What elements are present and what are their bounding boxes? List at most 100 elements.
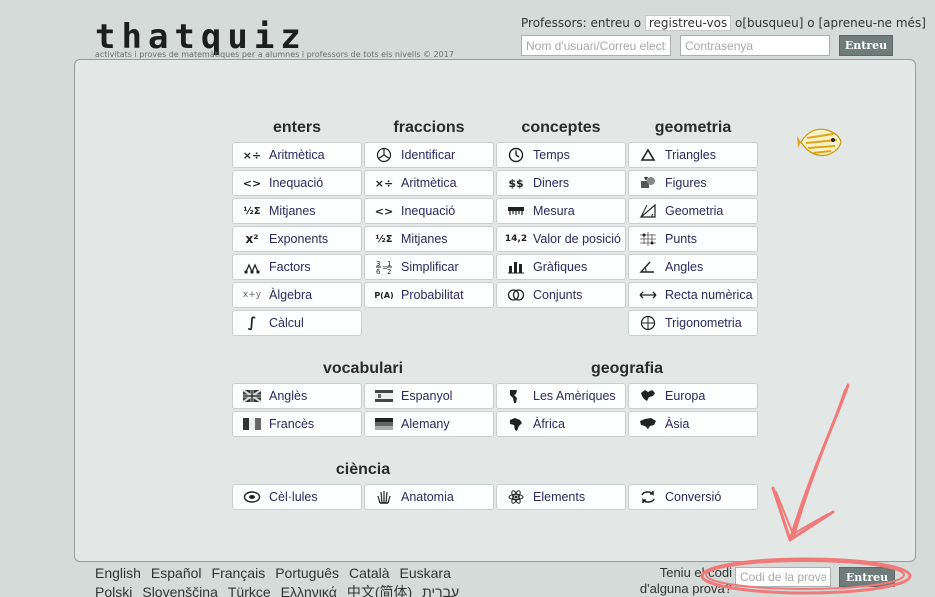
bar-chart-icon [505,257,527,277]
quiz-link-vocabulari-2[interactable]: Francès [232,411,362,437]
quiz-link-geografia-2[interactable]: Àfrica [496,411,626,437]
americas-icon [505,386,527,406]
section-title-geometria: geometria [654,119,732,136]
quiz-link-label: Triangles [665,148,716,162]
inequality-icon: <> [374,204,394,218]
password-input[interactable] [680,35,830,56]
quiz-link-fraccions-5[interactable]: P(A) Probabilitat [364,282,494,308]
quiz-link-ciencia-0[interactable]: Cèl·lules [232,484,362,510]
quiz-link-fraccions-2[interactable]: <> Inequació [364,198,494,224]
test-code-submit-button[interactable]: Entreu [839,567,895,587]
quiz-link-enters-0[interactable]: ×÷ Aritmètica [232,142,362,168]
register-link[interactable]: registreu-vos [644,15,732,31]
quiz-link-conceptes-5[interactable]: Conjunts [496,282,626,308]
quiz-link-geometria-5[interactable]: Recta numèrica [628,282,758,308]
quiz-link-geografia-1[interactable]: Europa [628,383,758,409]
algebra-icon: x+y [242,290,262,300]
quiz-link-ciencia-2[interactable]: Elements [496,484,626,510]
place-value-icon: 14,2 [504,234,528,244]
quiz-link-label: Temps [533,148,570,162]
quiz-link-enters-2[interactable]: ½Σ Mitjanes [232,198,362,224]
language-link[interactable]: Español [151,565,202,581]
france-flag-icon [241,414,263,434]
quiz-link-label: Identificar [401,148,456,162]
quiz-link-label: Aritmètica [269,148,325,162]
quiz-link-label: Francès [269,417,315,431]
language-link[interactable]: 中文(简体) [347,584,412,597]
quiz-link-enters-1[interactable]: <> Inequació [232,170,362,196]
quiz-link-label: Anglès [269,389,308,403]
language-link[interactable]: Français [212,565,266,581]
quiz-link-fraccions-3[interactable]: ½Σ Mitjanes [364,226,494,252]
quiz-link-label: Europa [665,389,706,403]
integral-icon: ∫ [247,315,257,331]
quiz-link-label: Càlcul [269,316,304,330]
quiz-link-geometria-2[interactable]: Geometria [628,198,758,224]
quiz-link-enters-4[interactable]: Factors [232,254,362,280]
quiz-link-fraccions-4[interactable]: 3 6 = 1 2 Simplificar [364,254,494,280]
angle-icon [637,257,659,277]
quiz-link-fraccions-0[interactable]: Identificar [364,142,494,168]
quiz-link-geometria-4[interactable]: Angles [628,254,758,280]
language-link[interactable]: Català [349,565,389,581]
language-link[interactable]: Türkçe [228,584,271,597]
quiz-link-label: Àlgebra [269,288,313,302]
quiz-link-label: Elements [533,490,586,504]
quiz-link-label: Conjunts [533,288,583,302]
quiz-link-ciencia-3[interactable]: Conversió [628,484,758,510]
code-question-line2: d'alguna prova? [639,581,732,596]
money-icon: $$ [508,176,524,190]
test-code-question: Teniu el codi d'alguna prova? [628,565,732,597]
quiz-link-label: Cèl·lules [269,490,318,504]
pie-icon [373,145,395,165]
quiz-link-ciencia-1[interactable]: Anatomia [364,484,494,510]
quiz-menu-panel [74,59,916,562]
quiz-link-conceptes-0[interactable]: Temps [496,142,626,168]
language-link[interactable]: Ελληνικά [281,584,337,597]
quiz-link-conceptes-4[interactable]: Gràfiques [496,254,626,280]
quiz-link-fraccions-1[interactable]: ×÷ Aritmètica [364,170,494,196]
quiz-link-vocabulari-1[interactable]: Espanyol [364,383,494,409]
hand-icon [373,487,395,507]
arithmetic-icon: ×÷ [374,176,394,190]
quiz-link-geografia-0[interactable]: Les Amèriques [496,383,626,409]
language-link[interactable]: Polski [95,584,132,597]
quiz-link-vocabulari-0[interactable]: Anglès [232,383,362,409]
quiz-link-vocabulari-3[interactable]: Alemany [364,411,494,437]
quiz-link-label: Probabilitat [401,288,464,302]
cell-icon [241,487,263,507]
quiz-link-geografia-3[interactable]: Àsia [628,411,758,437]
username-input[interactable] [521,35,671,56]
learn-more-link[interactable]: [apreneu-ne més] [818,16,925,30]
quiz-link-enters-5[interactable]: x+y Àlgebra [232,282,362,308]
conversion-icon [637,487,659,507]
language-link[interactable]: עברית [422,584,459,597]
quiz-link-label: Inequació [401,204,456,218]
language-link[interactable]: Euskara [400,565,451,581]
quiz-link-enters-3[interactable]: x² Exponents [232,226,362,252]
language-link[interactable]: English [95,565,141,581]
language-link[interactable]: Slovenščina [142,584,218,597]
africa-icon [505,414,527,434]
section-title-conceptes: conceptes [521,119,601,136]
quiz-link-label: Simplificar [401,260,459,274]
quiz-link-label: Trigonometria [665,316,742,330]
quiz-link-geometria-3[interactable]: Punts [628,226,758,252]
quiz-link-geometria-0[interactable]: Triangles [628,142,758,168]
search-link[interactable]: [busqueu] [742,16,803,30]
quiz-link-conceptes-2[interactable]: Mesura [496,198,626,224]
quiz-link-geometria-6[interactable]: Trigonometria [628,310,758,336]
quiz-link-label: Àsia [665,417,690,431]
quiz-link-geometria-1[interactable]: Figures [628,170,758,196]
atom-icon [505,487,527,507]
venn-icon [505,285,527,305]
quiz-link-label: Mitjanes [401,232,448,246]
test-code-input[interactable] [735,567,831,587]
language-link[interactable]: Português [275,565,339,581]
quiz-link-enters-6[interactable]: ∫ Càlcul [232,310,362,336]
teacher-login-prompt: Professors: entreu o registreu-vos o [bus… [521,15,926,31]
quiz-link-conceptes-1[interactable]: $$ Diners [496,170,626,196]
quiz-link-conceptes-3[interactable]: 14,2 Valor de posició [496,226,626,252]
login-button[interactable]: Entreu [839,35,893,56]
tagline: activitats i proves de matemàtiques per … [95,50,454,59]
